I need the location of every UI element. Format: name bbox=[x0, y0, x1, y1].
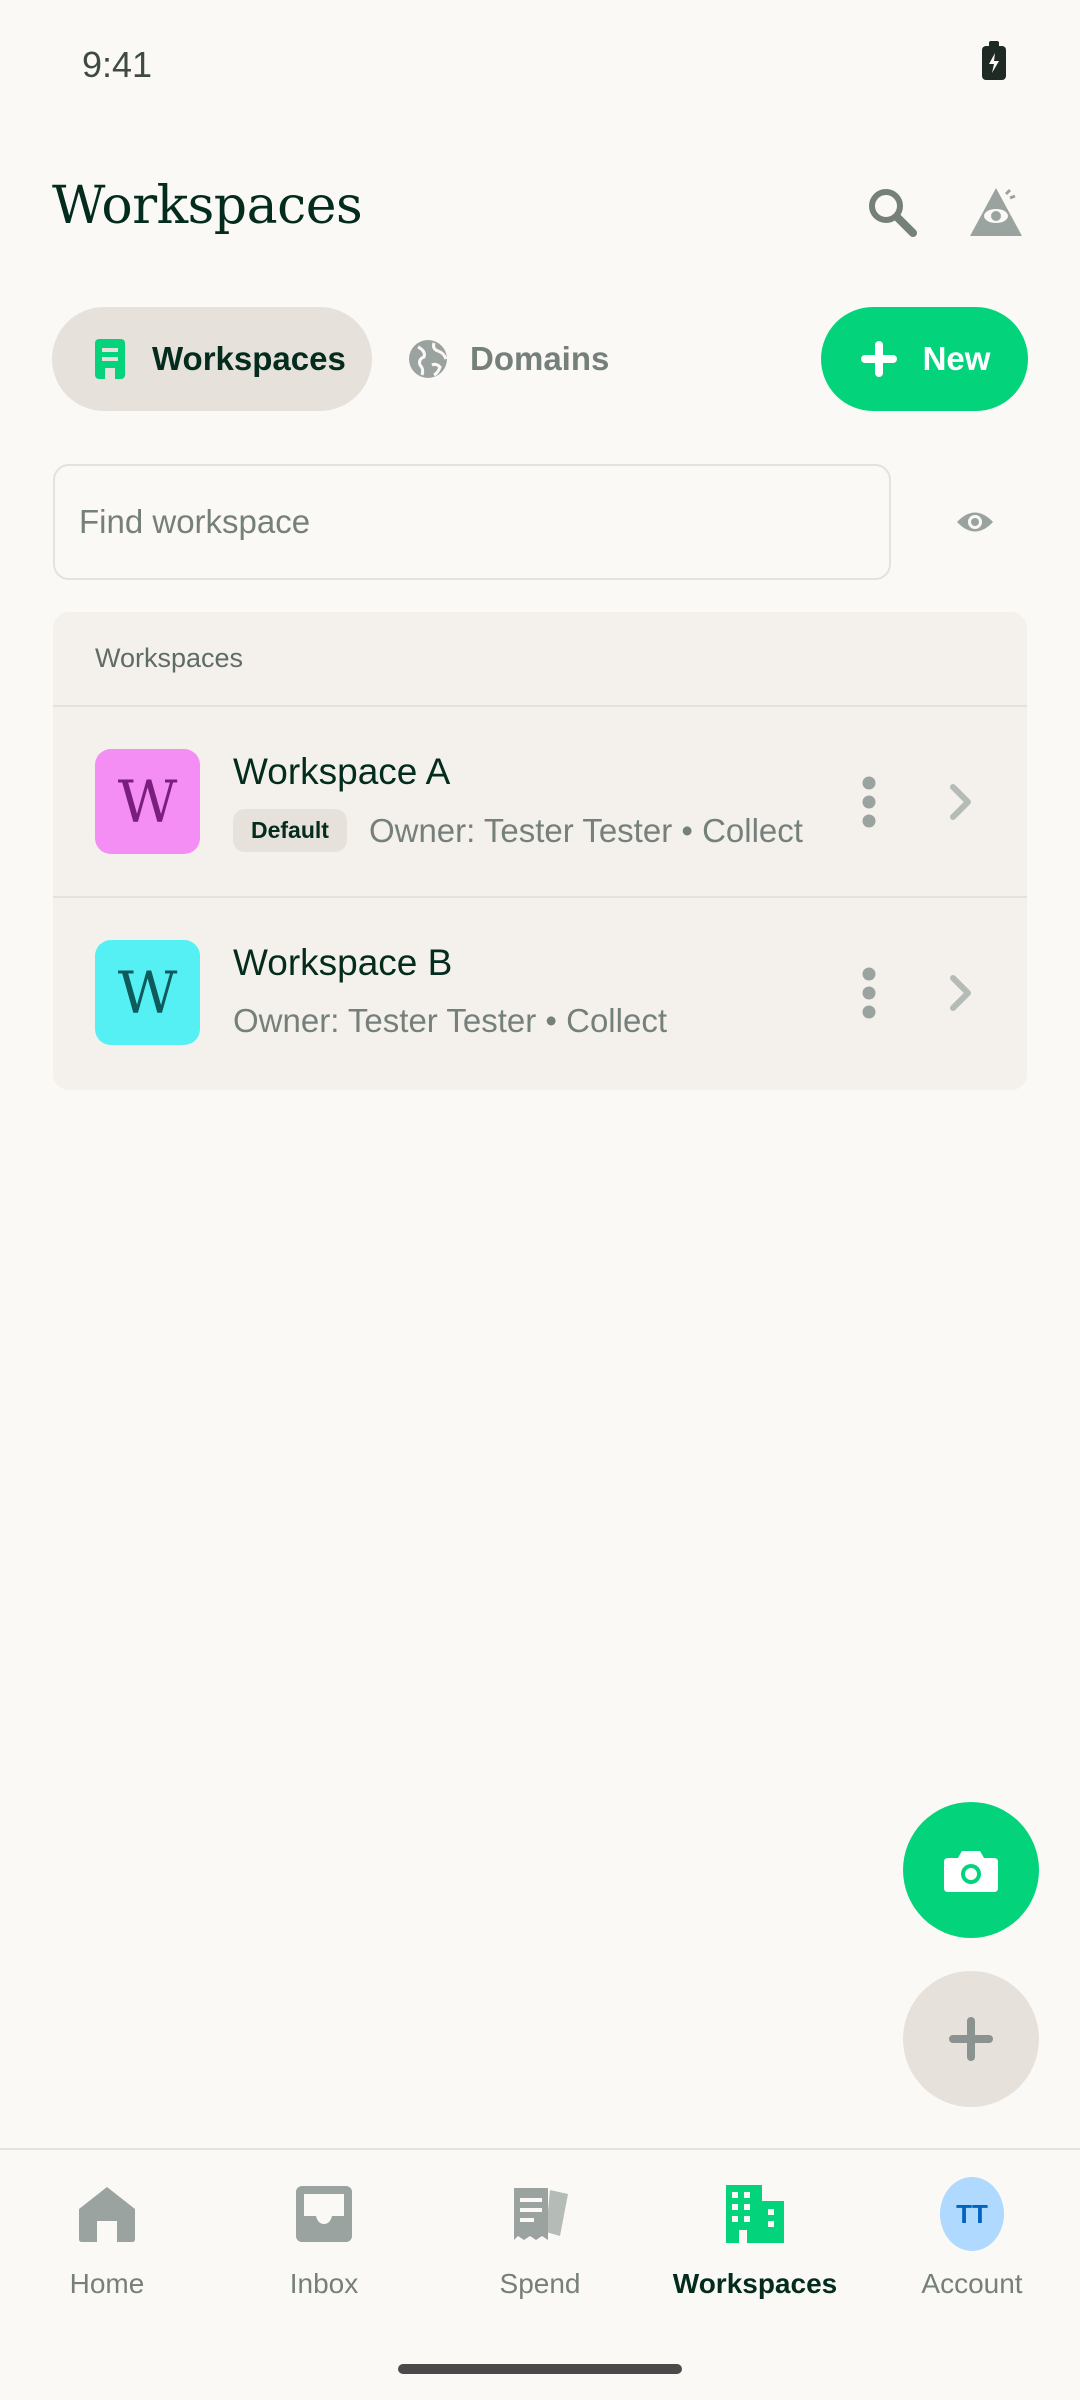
battery-icon bbox=[982, 41, 1006, 80]
workspace-subtitle: Owner: Tester Tester • Collect bbox=[233, 1002, 667, 1039]
search-input[interactable] bbox=[79, 503, 865, 541]
home-icon bbox=[75, 2182, 139, 2246]
more-options-icon[interactable] bbox=[853, 772, 885, 832]
more-options-icon[interactable] bbox=[853, 963, 885, 1023]
troubleshoot-icon[interactable] bbox=[964, 180, 1028, 244]
nav-workspaces[interactable]: Workspaces bbox=[655, 2182, 855, 2300]
eye-icon[interactable] bbox=[950, 502, 1000, 542]
building-icon bbox=[723, 2182, 787, 2246]
tab-workspaces[interactable]: Workspaces bbox=[52, 307, 372, 411]
inbox-icon bbox=[292, 2182, 356, 2246]
tab-domains[interactable]: Domains bbox=[400, 307, 640, 411]
camera-icon bbox=[944, 1851, 998, 1892]
search-field[interactable] bbox=[53, 464, 891, 580]
workspaces-screen: 9:41 Workspaces Workspaces Domains New W… bbox=[0, 0, 1080, 2400]
plus-icon bbox=[860, 341, 897, 377]
default-badge: Default bbox=[233, 809, 347, 852]
account-avatar-wrap: TT bbox=[940, 2177, 1004, 2251]
workspace-avatar: W bbox=[95, 940, 200, 1045]
status-time: 9:41 bbox=[82, 44, 153, 85]
workspace-avatar: W bbox=[95, 749, 200, 854]
workspace-subtitle-line: Default Owner: Tester Tester • Collect bbox=[233, 809, 803, 852]
nav-spend[interactable]: Spend bbox=[440, 2182, 640, 2300]
nav-inbox-label: Inbox bbox=[289, 2268, 359, 2299]
nav-home[interactable]: Home bbox=[7, 2182, 207, 2300]
nav-home-label: Home bbox=[69, 2268, 145, 2299]
avatar: TT bbox=[940, 2177, 1004, 2251]
add-button[interactable] bbox=[903, 1971, 1039, 2107]
chevron-right-icon bbox=[941, 968, 981, 1018]
plus-icon bbox=[949, 2017, 993, 2061]
new-button-label: New bbox=[922, 340, 991, 377]
page-title: Workspaces bbox=[52, 176, 363, 236]
nav-account-label: Account bbox=[921, 2268, 1023, 2299]
nav-spend-label: Spend bbox=[499, 2268, 581, 2299]
globe-icon bbox=[406, 337, 450, 381]
chevron-right-icon bbox=[941, 777, 981, 827]
home-indicator bbox=[398, 2364, 682, 2374]
nav-inbox[interactable]: Inbox bbox=[224, 2182, 424, 2300]
workspace-name: Workspace B bbox=[233, 942, 453, 983]
workspace-name: Workspace A bbox=[233, 751, 451, 792]
new-button[interactable]: New bbox=[821, 307, 1028, 411]
receipt-icon bbox=[508, 2182, 572, 2246]
workspace-list-icon bbox=[88, 337, 132, 381]
tab-domains-label: Domains bbox=[470, 340, 610, 377]
nav-workspaces-label: Workspaces bbox=[672, 2268, 838, 2299]
nav-account[interactable]: TT Account bbox=[872, 2177, 1072, 2300]
list-section-header: Workspaces bbox=[53, 612, 1027, 707]
workspace-subtitle-line: Owner: Tester Tester • Collect bbox=[233, 1002, 667, 1040]
workspace-subtitle: Owner: Tester Tester • Collect bbox=[368, 811, 803, 849]
tab-workspaces-label: Workspaces bbox=[152, 340, 346, 377]
bottom-nav: Home Inbox Spend Workspaces TT Account bbox=[0, 2148, 1080, 2400]
workspace-row-b[interactable]: W Workspace B Owner: Tester Tester • Col… bbox=[53, 898, 1027, 1089]
search-icon[interactable] bbox=[860, 180, 924, 244]
workspace-row-a[interactable]: W Workspace A Default Owner: Tester Test… bbox=[53, 707, 1027, 898]
workspace-list: Workspaces W Workspace A Default Owner: … bbox=[53, 612, 1027, 1090]
camera-button[interactable] bbox=[903, 1802, 1039, 1938]
